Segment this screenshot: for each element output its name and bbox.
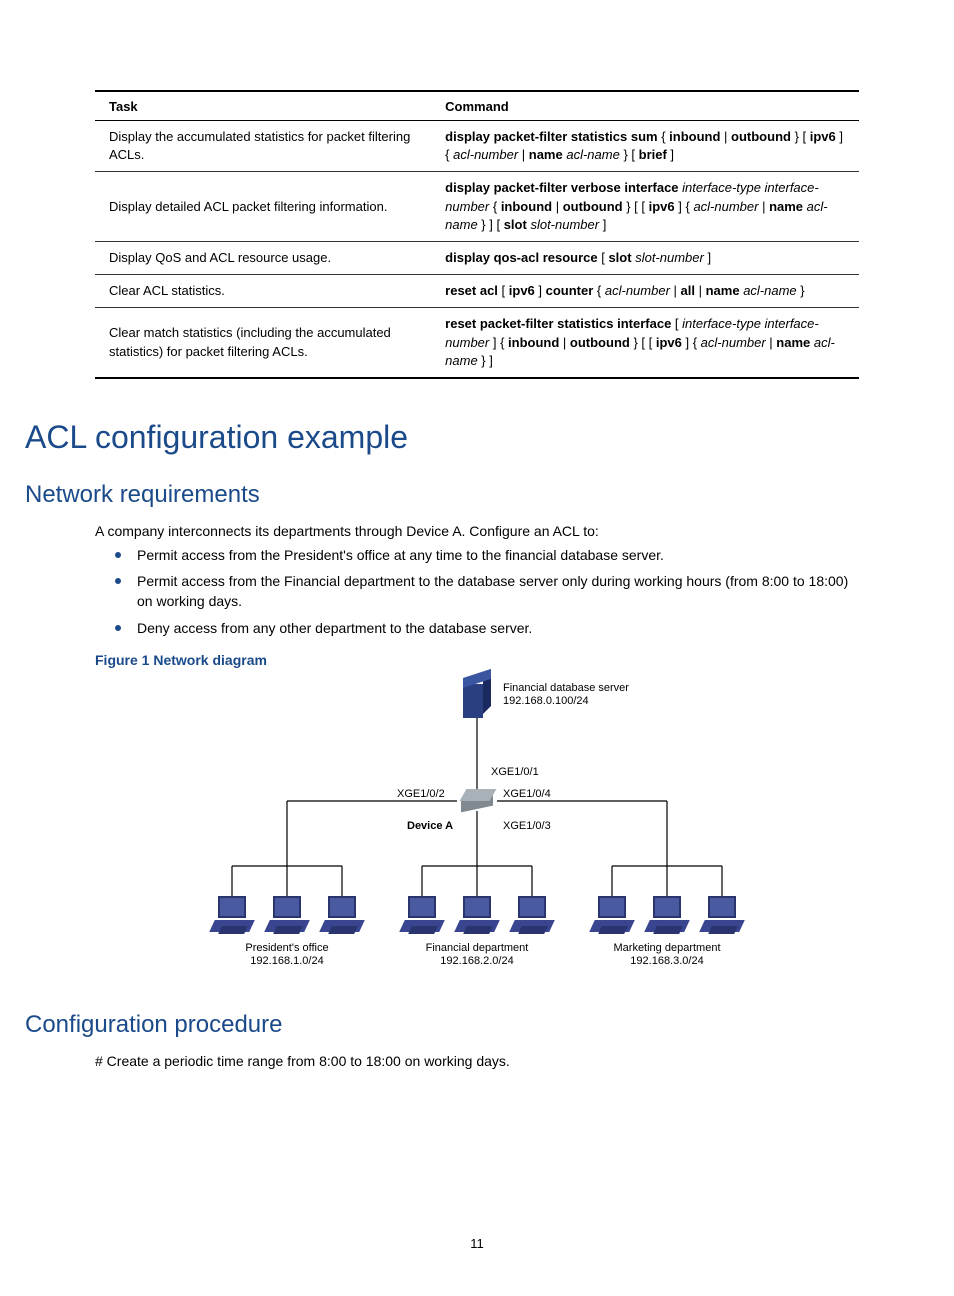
intro-text: A company interconnects its departments …	[95, 523, 859, 539]
heading-config-proc: Configuration procedure	[25, 1011, 859, 1039]
table-row: Clear ACL statistics.reset acl [ ipv6 ] …	[95, 275, 859, 308]
task-cell: Display QoS and ACL resource usage.	[95, 241, 431, 274]
task-cell: Display the accumulated statistics for p…	[95, 121, 431, 172]
table-row: Display QoS and ACL resource usage.displ…	[95, 241, 859, 274]
command-cell: reset acl [ ipv6 ] counter { acl-number …	[431, 275, 859, 308]
port-4: XGE1/0/4	[503, 788, 551, 801]
command-cell: display packet-filter verbose interface …	[431, 172, 859, 242]
pc-icon	[592, 896, 632, 936]
list-item: Deny access from any other department to…	[115, 618, 859, 638]
pc-icon	[267, 896, 307, 936]
pc-icon	[702, 896, 742, 936]
table-row: Display detailed ACL packet filtering in…	[95, 172, 859, 242]
pc-icon	[647, 896, 687, 936]
command-cell: display qos-acl resource [ slot slot-num…	[431, 241, 859, 274]
port-2: XGE1/0/2	[397, 788, 445, 801]
pc-icon	[512, 896, 552, 936]
diagram-lines	[207, 676, 747, 986]
group-2: Marketing department 192.168.3.0/24	[607, 942, 727, 968]
col-command: Command	[431, 91, 859, 121]
figure-caption: Figure 1 Network diagram	[95, 652, 859, 668]
pc-icon	[457, 896, 497, 936]
port-1: XGE1/0/1	[491, 766, 539, 779]
command-table: Task Command Display the accumulated sta…	[95, 90, 859, 379]
heading-acl-example: ACL configuration example	[25, 419, 859, 456]
task-cell: Display detailed ACL packet filtering in…	[95, 172, 431, 242]
list-item: Permit access from the Financial departm…	[115, 571, 859, 612]
task-cell: Clear ACL statistics.	[95, 275, 431, 308]
device-label: Device A	[407, 820, 453, 833]
command-cell: display packet-filter statistics sum { i…	[431, 121, 859, 172]
router-icon	[461, 789, 493, 813]
pc-icon	[402, 896, 442, 936]
server-label: Financial database server 192.168.0.100/…	[503, 682, 629, 708]
pc-icon	[322, 896, 362, 936]
network-diagram: Financial database server 192.168.0.100/…	[207, 676, 747, 986]
list-item: Permit access from the President's offic…	[115, 545, 859, 565]
group-0: President's office 192.168.1.0/24	[227, 942, 347, 968]
requirements-list: Permit access from the President's offic…	[115, 545, 859, 638]
page-number: 11	[0, 1236, 954, 1251]
col-task: Task	[95, 91, 431, 121]
task-cell: Clear match statistics (including the ac…	[95, 308, 431, 378]
pc-icon	[212, 896, 252, 936]
group-1: Financial department 192.168.2.0/24	[417, 942, 537, 968]
table-row: Clear match statistics (including the ac…	[95, 308, 859, 378]
heading-network-req: Network requirements	[25, 481, 859, 509]
port-3: XGE1/0/3	[503, 820, 551, 833]
command-cell: reset packet-filter statistics interface…	[431, 308, 859, 378]
table-row: Display the accumulated statistics for p…	[95, 121, 859, 172]
proc-line: # Create a periodic time range from 8:00…	[95, 1053, 859, 1069]
server-icon	[463, 678, 491, 718]
